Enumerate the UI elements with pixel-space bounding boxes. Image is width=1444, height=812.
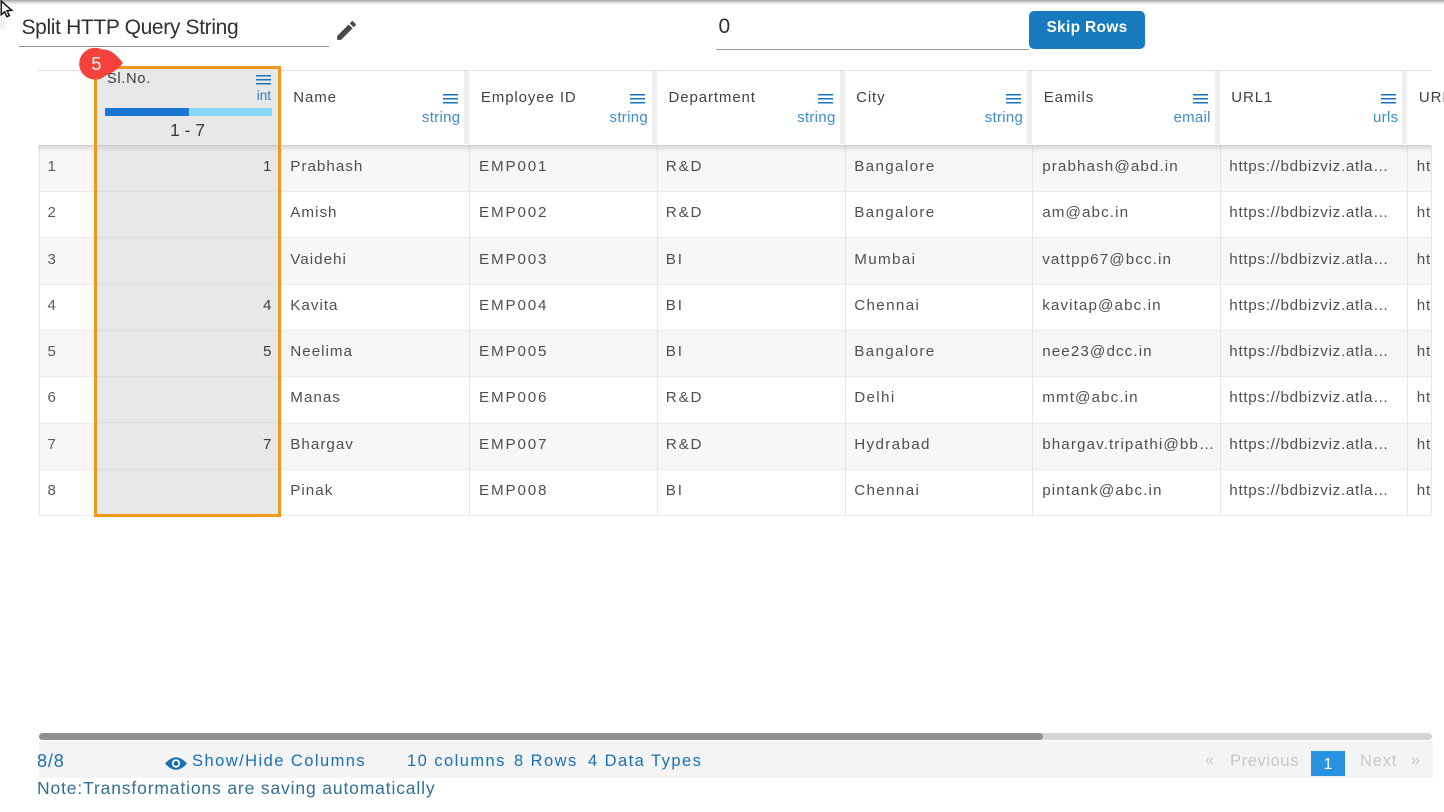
svg-text:5: 5 <box>91 54 101 74</box>
